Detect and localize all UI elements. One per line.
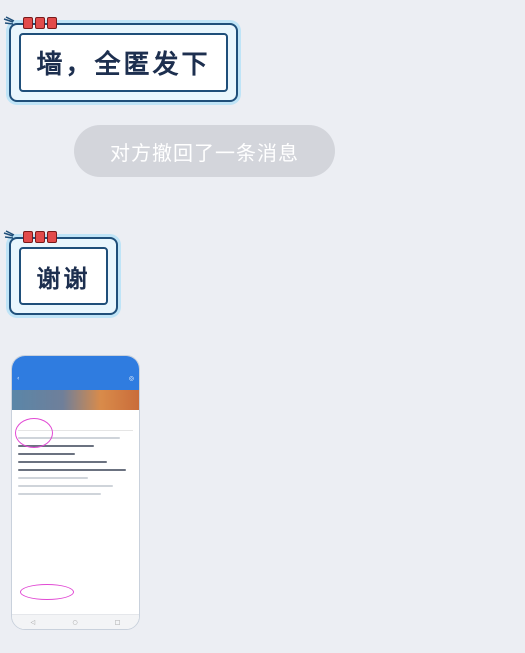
recall-notice-text: 对方撤回了一条消息	[110, 140, 299, 165]
message-text-2: 谢谢	[36, 264, 91, 293]
message-inner-1: 墙，全匿发下	[19, 33, 228, 92]
phone-content-line	[18, 461, 107, 463]
nav-icon: ◁	[30, 618, 36, 626]
phone-header: ‹ ◎	[12, 366, 139, 390]
nav-icon: □	[114, 618, 121, 626]
phone-content-line	[18, 453, 76, 455]
red-tag-icon	[23, 17, 57, 29]
image-message-screenshot[interactable]: ‹ ◎ ◁ ○ □	[11, 355, 140, 630]
phone-banner-image	[12, 390, 139, 410]
phone-content-line	[18, 477, 88, 479]
recall-notice: 对方撤回了一条消息	[74, 125, 335, 177]
nav-icon: ○	[72, 618, 78, 626]
redaction-scribble	[20, 584, 74, 600]
back-icon: ‹	[17, 374, 20, 382]
pointing-hand-icon	[3, 230, 15, 239]
red-tag-icon	[23, 231, 57, 243]
pointing-hand-icon	[3, 16, 15, 25]
message-inner-2: 谢谢	[19, 247, 108, 305]
phone-status-bar	[12, 356, 139, 366]
phone-content-line	[18, 485, 114, 487]
message-bubble-1[interactable]: 墙，全匿发下	[3, 16, 238, 102]
phone-content-line	[18, 493, 101, 495]
phone-bottom-nav: ◁ ○ □	[12, 614, 139, 629]
message-text-1: 墙，全匿发下	[36, 50, 211, 80]
redaction-scribble	[15, 418, 53, 448]
share-icon: ◎	[128, 374, 134, 382]
message-bubble-2[interactable]: 谢谢	[3, 230, 118, 315]
phone-content-line	[18, 469, 126, 471]
